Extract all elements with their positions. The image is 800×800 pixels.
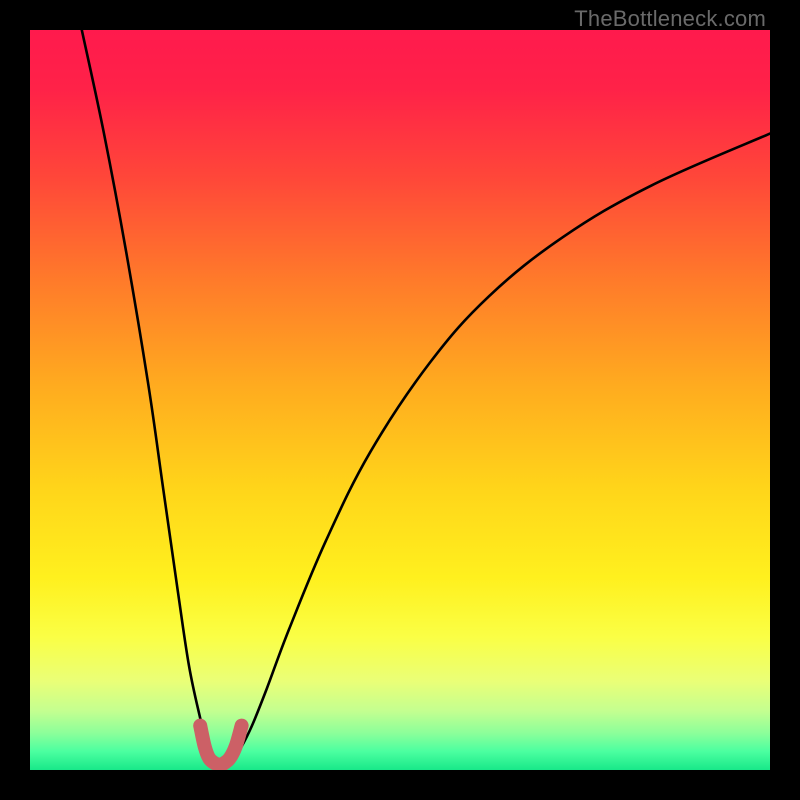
curve-valley-highlight <box>200 726 241 765</box>
plot-area <box>30 30 770 770</box>
curve-right-branch <box>234 134 771 759</box>
chart-frame: TheBottleneck.com <box>0 0 800 800</box>
chart-curves <box>30 30 770 770</box>
curve-left-branch <box>82 30 212 759</box>
watermark-text: TheBottleneck.com <box>574 6 766 32</box>
